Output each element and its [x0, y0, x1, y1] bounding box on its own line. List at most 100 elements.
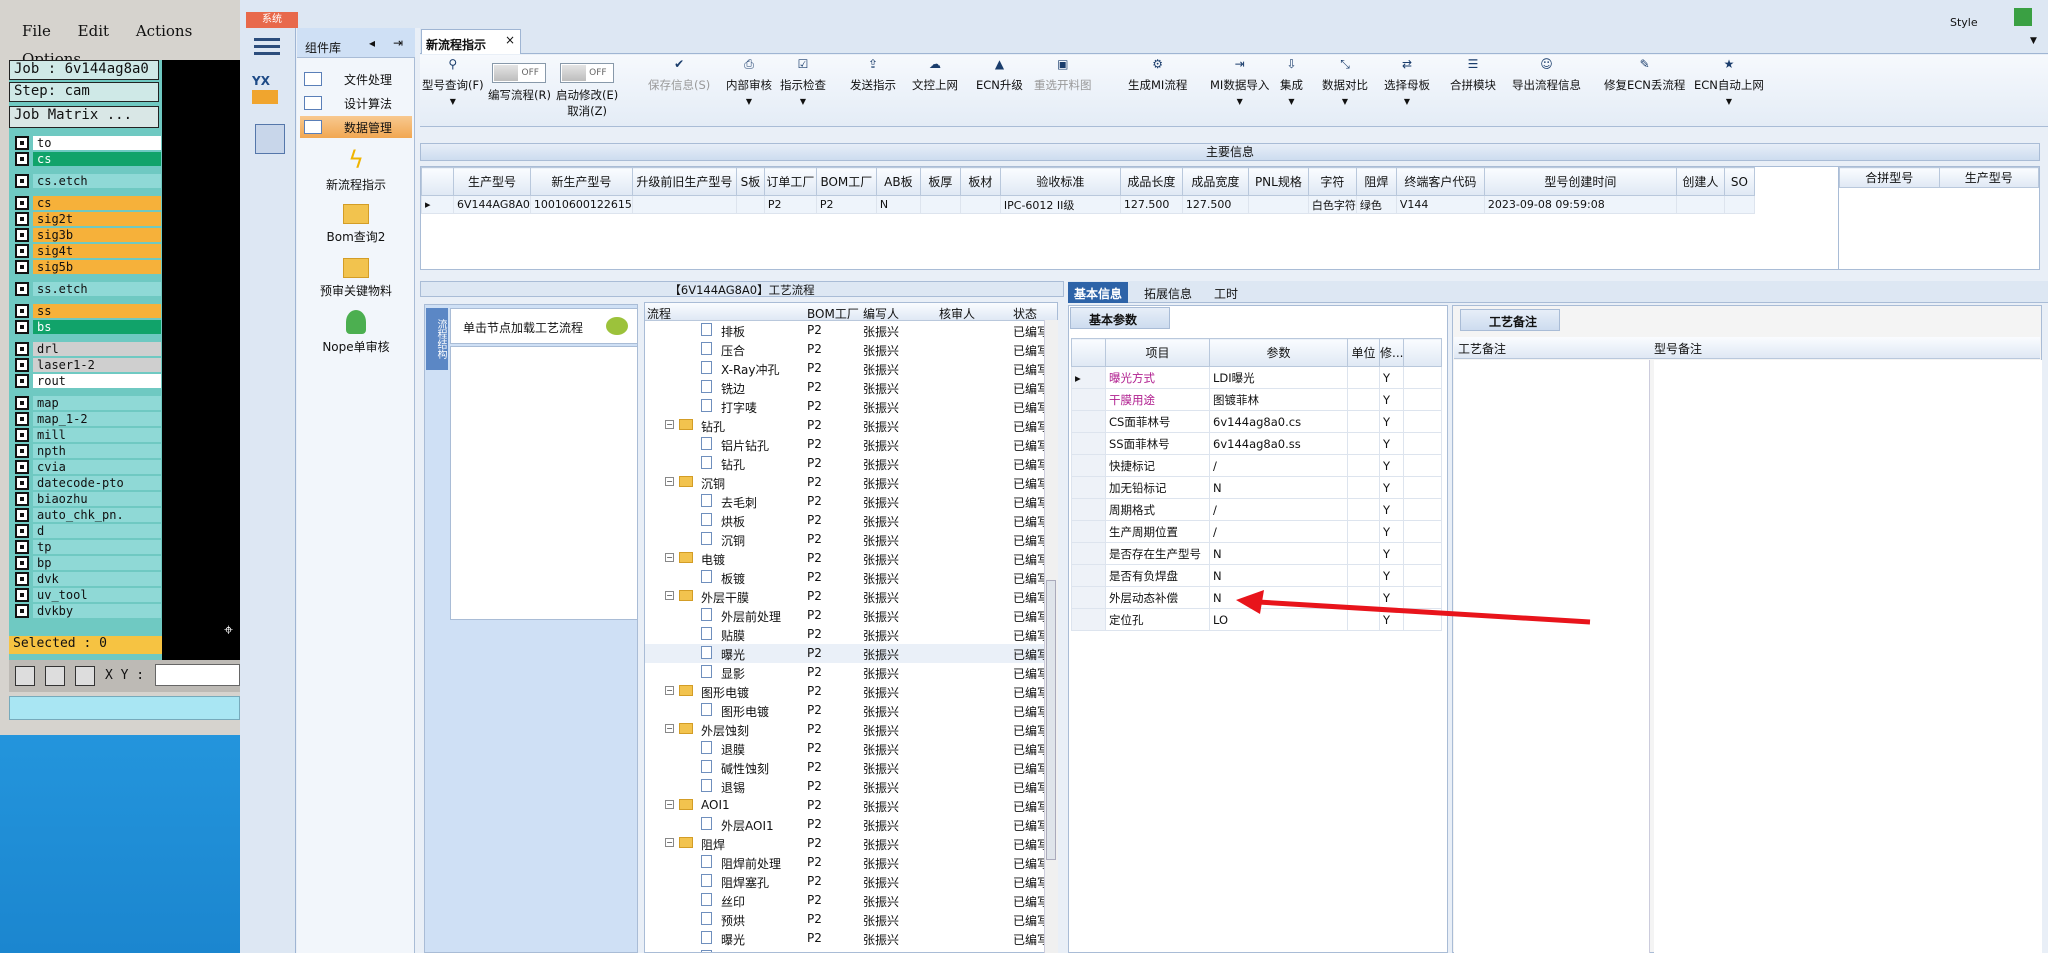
toolbar-button-3[interactable]: ✔ 保存信息(S) [648, 57, 710, 93]
dropdown-arrow-icon[interactable]: ▼ [1322, 97, 1368, 106]
menu-actions[interactable]: Actions [136, 12, 192, 40]
tree-row[interactable]: 退锡 P2 张振兴 已编写 [645, 777, 1057, 796]
tree-row[interactable]: 阻焊塞孔 P2 张振兴 已编写 [645, 872, 1057, 891]
col-13[interactable]: PNL规格 [1247, 167, 1309, 196]
param-row[interactable]: SS面菲林号 6v144ag8a0.ss Y [1071, 432, 1443, 455]
layer-checkbox[interactable] [15, 281, 29, 296]
xy-input[interactable] [155, 664, 240, 686]
col-process-note[interactable]: 工艺备注 [1458, 340, 1506, 357]
toolbar-button-14[interactable]: ⇄ 选择母板 ▼ [1384, 57, 1430, 106]
col-7[interactable]: AB板 [875, 167, 921, 196]
layer-row[interactable]: map [11, 395, 161, 410]
tree-row[interactable]: − AOI1 P2 张振兴 已编写 [645, 796, 1057, 815]
tool-bom-query[interactable]: Bom查询2 [304, 204, 408, 245]
process-structure-tab[interactable]: 流程结构 [426, 308, 448, 370]
toolbar-button-16[interactable]: ☺ 导出流程信息 [1512, 57, 1581, 93]
layer-row[interactable]: laser1-2 [11, 357, 161, 372]
layer-checkbox[interactable] [15, 443, 29, 458]
toolbar-button-0[interactable]: ⚲ 型号查询(F) ▼ [422, 57, 484, 106]
tree-row[interactable]: − 电镀 P2 张振兴 已编写 [645, 549, 1057, 568]
tab-extended-info[interactable]: 拓展信息 [1138, 282, 1198, 303]
tree-row[interactable]: 退膜 P2 张振兴 已编写 [645, 739, 1057, 758]
col-bom-factory[interactable]: BOM工厂 [807, 305, 859, 322]
tree-row[interactable]: 铝片钻孔 P2 张振兴 已编写 [645, 435, 1057, 454]
col-merge-model[interactable]: 合拼型号 [1839, 167, 1940, 188]
tree-row[interactable]: 去毛刺 P2 张振兴 已编写 [645, 492, 1057, 511]
layer-row[interactable]: rout [11, 373, 161, 388]
layer-checkbox[interactable] [15, 427, 29, 442]
param-row[interactable]: 快捷标记 / Y [1071, 454, 1443, 477]
tree-row[interactable]: 板镀 P2 张振兴 已编写 [645, 568, 1057, 587]
layer-row[interactable]: tp [11, 539, 161, 554]
col-modify[interactable]: 修... [1378, 338, 1405, 367]
layer-row[interactable]: d [11, 523, 161, 538]
layer-checkbox[interactable] [15, 243, 29, 258]
toggle-switch[interactable]: OFF [560, 63, 615, 83]
menu-file[interactable]: File [22, 12, 51, 40]
dropdown-arrow-icon[interactable]: ▼ [1280, 97, 1303, 106]
param-value[interactable]: N [1209, 564, 1348, 587]
tree-row[interactable]: 阻焊前处理 P2 张振兴 已编写 [645, 853, 1057, 872]
nav-item-file[interactable]: 文件处理 [300, 68, 412, 90]
table-row[interactable]: ▸ 6V144AG8A0 10010600122615 P2 P2 N IPC-6012 I… [421, 195, 1755, 214]
layer-row[interactable]: sig3b [11, 227, 161, 242]
param-row[interactable]: ▸ 曝光方式 LDI曝光 Y [1071, 366, 1443, 389]
collapse-icon[interactable]: − [665, 591, 674, 600]
layer-checkbox[interactable] [15, 373, 29, 388]
tool-new-flow[interactable]: ϟ 新流程指示 [304, 146, 408, 193]
param-value[interactable]: N [1209, 542, 1348, 565]
layer-row[interactable]: to [11, 135, 161, 150]
tree-row[interactable]: 铣边 P2 张振兴 已编写 [645, 378, 1057, 397]
col-8[interactable]: 板厚 [919, 167, 961, 196]
layer-row[interactable]: map_1-2 [11, 411, 161, 426]
collapse-icon[interactable]: − [665, 553, 674, 562]
layer-checkbox[interactable] [15, 523, 29, 538]
layer-row[interactable]: cs [11, 151, 161, 166]
snap-icon[interactable] [15, 666, 35, 686]
tree-row[interactable]: 沉铜 P2 张振兴 已编写 [645, 530, 1057, 549]
layer-checkbox[interactable] [15, 571, 29, 586]
toolbar-button-6[interactable]: ⇪ 发送指示 [850, 57, 896, 93]
tree-row[interactable]: 烘板 P2 张振兴 已编写 [645, 511, 1057, 530]
layer-row[interactable]: cs [11, 195, 161, 210]
tree-row[interactable]: − 外层蚀刻 P2 张振兴 已编写 [645, 720, 1057, 739]
col-1[interactable]: 生产型号 [453, 167, 531, 196]
dropdown-arrow-icon[interactable]: ▼ [780, 97, 826, 106]
layer-row[interactable]: ss.etch [11, 281, 161, 296]
col-18[interactable]: 创建人 [1675, 167, 1725, 196]
col-16[interactable]: 终端客户代码 [1395, 167, 1485, 196]
dropdown-arrow-icon[interactable]: ▼ [1210, 97, 1269, 106]
param-row[interactable]: 生产周期位置 / Y [1071, 520, 1443, 543]
col-reviewer[interactable]: 核审人 [939, 305, 975, 322]
col-writer[interactable]: 编写人 [863, 305, 899, 322]
layer-row[interactable]: sig4t [11, 243, 161, 258]
toolbar-button-4[interactable]: ⎙ 内部审核 ▼ [726, 57, 772, 106]
tree-row[interactable]: 贴膜 P2 张振兴 已编写 [645, 625, 1057, 644]
toggle-switch[interactable]: OFF [492, 63, 547, 83]
col-11[interactable]: 成品长度 [1119, 167, 1183, 196]
toolbar-button-2[interactable]: OFF 启动修改(E) 取消(Z) [556, 57, 618, 119]
layer-checkbox[interactable] [15, 357, 29, 372]
system-tab[interactable]: 系统 [246, 12, 298, 28]
layer-row[interactable]: uv_tool [11, 587, 161, 602]
toolbar-button-5[interactable]: ☑ 指示检查 ▼ [780, 57, 826, 106]
collapse-icon[interactable]: − [665, 420, 674, 429]
layer-row[interactable]: ss [11, 303, 161, 318]
param-row[interactable]: 干膜用途 图镀菲林 Y [1071, 388, 1443, 411]
layer-checkbox[interactable] [15, 211, 29, 226]
tree-row[interactable]: − 沉铜 P2 张振兴 已编写 [645, 473, 1057, 492]
tree-row[interactable]: − 钻孔 P2 张振兴 已编写 [645, 416, 1057, 435]
measure-icon[interactable] [45, 666, 65, 686]
tree-scroll-thumb[interactable] [1046, 580, 1056, 860]
col-0[interactable] [421, 167, 454, 196]
col-status[interactable]: 状态 [1013, 305, 1037, 322]
layer-checkbox[interactable] [15, 411, 29, 426]
tree-row[interactable]: 曝光 P2 张振兴 已编写 [645, 929, 1057, 948]
tree-row[interactable]: 打字唛 P2 张振兴 已编写 [645, 397, 1057, 416]
layer-checkbox[interactable] [15, 341, 29, 356]
param-row[interactable]: CS面菲林号 6v144ag8a0.cs Y [1071, 410, 1443, 433]
param-value[interactable]: 6v144ag8a0.ss [1209, 432, 1348, 455]
layer-row[interactable]: dvkby [11, 603, 161, 618]
dropdown-arrow-icon[interactable]: ▼ [1694, 97, 1764, 106]
col-6[interactable]: BOM工厂 [815, 167, 877, 196]
